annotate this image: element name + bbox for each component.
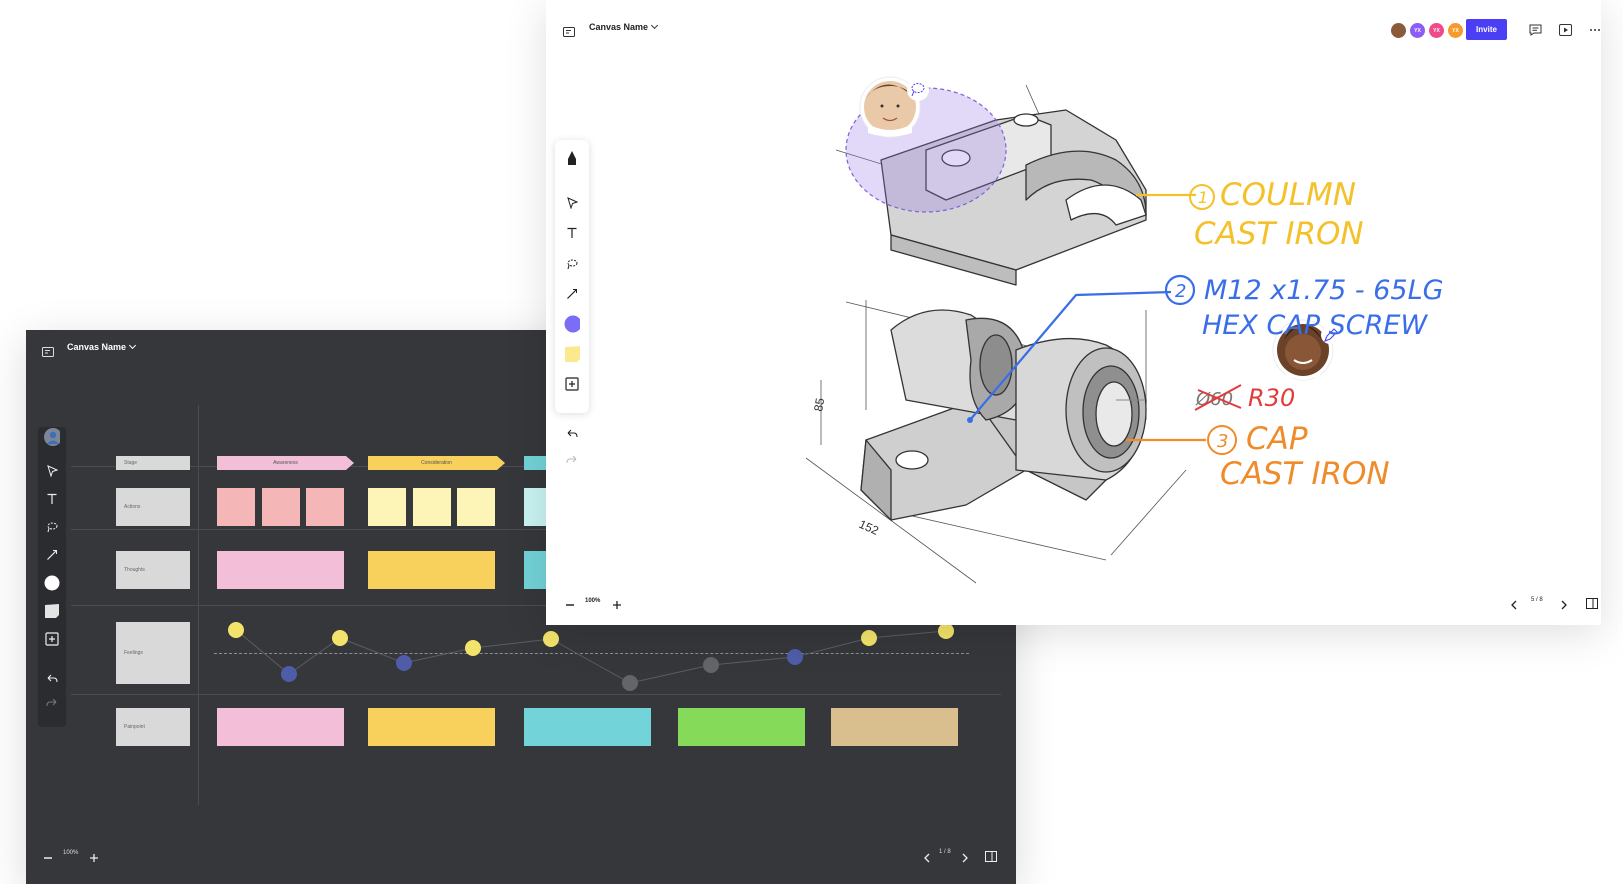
lasso-icon[interactable]	[564, 256, 580, 272]
light-bottom-bar: 100% 5 / 8	[546, 585, 1601, 615]
prev-page-icon[interactable]	[923, 850, 931, 868]
sidebar-panel-icon[interactable]	[985, 849, 997, 867]
annotation-1-number: 1	[1198, 188, 1208, 207]
zoom-in-icon[interactable]	[89, 850, 99, 868]
dimension-152: 152	[857, 517, 881, 538]
text-tool-icon[interactable]	[564, 225, 580, 241]
sidebar-panel-icon[interactable]	[1586, 596, 1598, 614]
dimension-r30: R30	[1248, 384, 1295, 412]
annotation-3-line1: CAP	[1246, 421, 1308, 457]
annotation-2-number: 2	[1175, 281, 1186, 302]
undo-icon[interactable]	[564, 426, 580, 442]
dimension-85: 85	[811, 397, 827, 413]
annotation-1-line2: CAST IRON	[1194, 216, 1364, 252]
shape-circle-icon[interactable]	[564, 315, 580, 333]
next-page-icon[interactable]	[1560, 597, 1568, 615]
sticky-note-icon[interactable]	[564, 346, 580, 362]
lasso-badge-icon	[907, 79, 929, 101]
prev-page-icon[interactable]	[1510, 597, 1518, 615]
redo-icon[interactable]	[564, 452, 580, 468]
zoom-level: 100%	[585, 598, 601, 604]
page-indicator: 5 / 8	[1531, 597, 1543, 603]
sticky-note[interactable]	[831, 708, 958, 746]
light-canvas-window: Canvas Name YX YX YX Invite 1 COULMN CAS…	[546, 0, 1601, 625]
pen-tool-icon[interactable]	[564, 150, 580, 166]
zoom-out-icon[interactable]	[565, 597, 575, 615]
sticky-note[interactable]	[678, 708, 805, 746]
select-arrow-icon[interactable]	[564, 195, 580, 211]
annotation-2-line1: M12 x1.75 - 65LG	[1204, 275, 1444, 306]
mechanical-sketch[interactable]: 1 COULMN CAST IRON 2 M12 x1.75 - 65LG HE…	[546, 0, 1601, 625]
zoom-level: 100%	[63, 850, 79, 856]
annotation-2-line2: HEX CAP SCREW	[1202, 310, 1428, 341]
annotation-3-number: 3	[1217, 431, 1228, 452]
sticky-note[interactable]	[217, 708, 344, 746]
annotation-3-line2: CAST IRON	[1220, 456, 1390, 492]
annotation-1-line1: COULMN	[1220, 177, 1356, 213]
sticky-note[interactable]	[524, 708, 651, 746]
line-tool-icon[interactable]	[564, 286, 580, 302]
tool-palette	[555, 140, 589, 413]
page-indicator: 1 / 8	[939, 849, 951, 855]
next-page-icon[interactable]	[961, 850, 969, 868]
zoom-out-icon[interactable]	[43, 850, 53, 868]
dark-bottom-bar: 100% 1 / 8	[26, 844, 1016, 884]
sticky-note[interactable]	[368, 708, 495, 746]
zoom-in-icon[interactable]	[612, 597, 622, 615]
add-frame-icon[interactable]	[564, 376, 580, 392]
